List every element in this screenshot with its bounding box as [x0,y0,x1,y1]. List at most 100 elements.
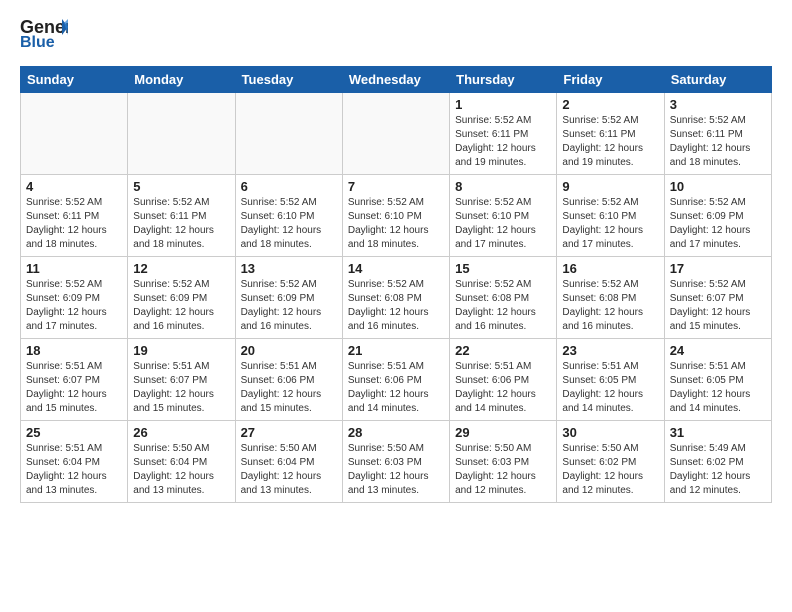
svg-text:Blue: Blue [20,34,55,51]
calendar-cell: 4Sunrise: 5:52 AM Sunset: 6:11 PM Daylig… [21,175,128,257]
calendar-cell: 3Sunrise: 5:52 AM Sunset: 6:11 PM Daylig… [664,93,771,175]
day-info: Sunrise: 5:52 AM Sunset: 6:10 PM Dayligh… [348,196,444,252]
calendar-cell: 8 Sunrise: 5:52 AM Sunset: 6:10 PM Daylig… [450,175,557,257]
calendar-cell: 10Sunrise: 5:52 AM Sunset: 6:09 PM Dayli… [664,175,771,257]
day-info: Sunrise: 5:52 AM Sunset: 6:11 PM Dayligh… [670,114,766,170]
day-number: 22 [455,343,551,358]
day-number: 14 [348,261,444,276]
calendar-cell [21,93,128,175]
day-info: Sunrise: 5:52 AM Sunset: 6:08 PM Dayligh… [562,278,658,334]
calendar-cell: 22 Sunrise: 5:51 AM Sunset: 6:06 PM Dayli… [450,339,557,421]
calendar-cell: 11 Sunrise: 5:52 AM Sunset: 6:09 PM Dayli… [21,257,128,339]
day-number: 28 [348,425,444,440]
day-info: Sunrise: 5:52 AM Sunset: 6:09 PM Dayligh… [133,278,229,334]
logo: General Blue [20,15,68,56]
day-info: Sunrise: 5:52 AM Sunset: 6:10 PM Dayligh… [562,196,658,252]
day-info: Sunrise: 5:52 AM Sunset: 6:10 PM Dayligh… [455,196,551,252]
calendar-cell: 7Sunrise: 5:52 AM Sunset: 6:10 PM Daylig… [342,175,449,257]
calendar-cell: 6Sunrise: 5:52 AM Sunset: 6:10 PM Daylig… [235,175,342,257]
weekday-monday: Monday [128,67,235,93]
day-number: 9 [562,179,658,194]
day-number: 24 [670,343,766,358]
page-container: General Blue SundayMondayTuesdayWednesda… [0,0,792,518]
calendar-cell: 20 Sunrise: 5:51 AM Sunset: 6:06 PM Dayli… [235,339,342,421]
day-info: Sunrise: 5:52 AM Sunset: 6:11 PM Dayligh… [455,114,551,170]
calendar-cell: 18 Sunrise: 5:51 AM Sunset: 6:07 PM Dayli… [21,339,128,421]
calendar-cell: 9 Sunrise: 5:52 AM Sunset: 6:10 PM Daylig… [557,175,664,257]
day-number: 25 [26,425,122,440]
calendar-cell: 25 Sunrise: 5:51 AM Sunset: 6:04 PM Dayli… [21,421,128,503]
calendar-cell: 16 Sunrise: 5:52 AM Sunset: 6:08 PM Dayli… [557,257,664,339]
calendar-cell: 12 Sunrise: 5:52 AM Sunset: 6:09 PM Dayli… [128,257,235,339]
day-info: Sunrise: 5:51 AM Sunset: 6:06 PM Dayligh… [348,360,444,416]
day-info: Sunrise: 5:52 AM Sunset: 6:09 PM Dayligh… [26,278,122,334]
calendar-cell: 31 Sunrise: 5:49 AM Sunset: 6:02 PM Dayli… [664,421,771,503]
day-info: Sunrise: 5:51 AM Sunset: 6:05 PM Dayligh… [562,360,658,416]
day-number: 27 [241,425,337,440]
day-number: 12 [133,261,229,276]
calendar-table: SundayMondayTuesdayWednesdayThursdayFrid… [20,66,772,503]
day-info: Sunrise: 5:52 AM Sunset: 6:08 PM Dayligh… [455,278,551,334]
weekday-wednesday: Wednesday [342,67,449,93]
calendar-cell: 5 Sunrise: 5:52 AM Sunset: 6:11 PM Daylig… [128,175,235,257]
calendar-cell: 24 Sunrise: 5:51 AM Sunset: 6:05 PM Dayli… [664,339,771,421]
weekday-sunday: Sunday [21,67,128,93]
day-info: Sunrise: 5:52 AM Sunset: 6:11 PM Dayligh… [133,196,229,252]
logo-icon: General Blue [20,15,68,56]
day-number: 18 [26,343,122,358]
calendar-cell: 23 Sunrise: 5:51 AM Sunset: 6:05 PM Dayli… [557,339,664,421]
header: General Blue [20,15,772,56]
day-info: Sunrise: 5:51 AM Sunset: 6:06 PM Dayligh… [455,360,551,416]
calendar-cell [128,93,235,175]
day-info: Sunrise: 5:50 AM Sunset: 6:03 PM Dayligh… [348,442,444,498]
day-number: 26 [133,425,229,440]
day-number: 13 [241,261,337,276]
day-info: Sunrise: 5:51 AM Sunset: 6:04 PM Dayligh… [26,442,122,498]
day-number: 4 [26,179,122,194]
day-info: Sunrise: 5:51 AM Sunset: 6:06 PM Dayligh… [241,360,337,416]
day-info: Sunrise: 5:51 AM Sunset: 6:07 PM Dayligh… [133,360,229,416]
weekday-friday: Friday [557,67,664,93]
day-number: 30 [562,425,658,440]
day-info: Sunrise: 5:50 AM Sunset: 6:04 PM Dayligh… [241,442,337,498]
day-info: Sunrise: 5:51 AM Sunset: 6:05 PM Dayligh… [670,360,766,416]
calendar-cell [342,93,449,175]
day-number: 5 [133,179,229,194]
weekday-tuesday: Tuesday [235,67,342,93]
calendar-cell: 1Sunrise: 5:52 AM Sunset: 6:11 PM Daylig… [450,93,557,175]
week-row-5: 25 Sunrise: 5:51 AM Sunset: 6:04 PM Dayli… [21,421,772,503]
day-number: 16 [562,261,658,276]
day-info: Sunrise: 5:51 AM Sunset: 6:07 PM Dayligh… [26,360,122,416]
calendar-cell: 2Sunrise: 5:52 AM Sunset: 6:11 PM Daylig… [557,93,664,175]
day-number: 6 [241,179,337,194]
day-number: 20 [241,343,337,358]
day-number: 19 [133,343,229,358]
day-number: 10 [670,179,766,194]
calendar-cell: 17 Sunrise: 5:52 AM Sunset: 6:07 PM Dayli… [664,257,771,339]
day-info: Sunrise: 5:52 AM Sunset: 6:07 PM Dayligh… [670,278,766,334]
calendar-cell: 15 Sunrise: 5:52 AM Sunset: 6:08 PM Dayli… [450,257,557,339]
day-info: Sunrise: 5:50 AM Sunset: 6:04 PM Dayligh… [133,442,229,498]
day-info: Sunrise: 5:52 AM Sunset: 6:09 PM Dayligh… [241,278,337,334]
calendar-cell: 14 Sunrise: 5:52 AM Sunset: 6:08 PM Dayli… [342,257,449,339]
calendar-cell [235,93,342,175]
week-row-3: 11 Sunrise: 5:52 AM Sunset: 6:09 PM Dayli… [21,257,772,339]
calendar-cell: 29Sunrise: 5:50 AM Sunset: 6:03 PM Dayli… [450,421,557,503]
calendar-cell: 27 Sunrise: 5:50 AM Sunset: 6:04 PM Dayli… [235,421,342,503]
calendar-cell: 30Sunrise: 5:50 AM Sunset: 6:02 PM Dayli… [557,421,664,503]
calendar-cell: 21Sunrise: 5:51 AM Sunset: 6:06 PM Dayli… [342,339,449,421]
calendar-cell: 13 Sunrise: 5:52 AM Sunset: 6:09 PM Dayli… [235,257,342,339]
weekday-header-row: SundayMondayTuesdayWednesdayThursdayFrid… [21,67,772,93]
calendar-cell: 26 Sunrise: 5:50 AM Sunset: 6:04 PM Dayli… [128,421,235,503]
day-info: Sunrise: 5:49 AM Sunset: 6:02 PM Dayligh… [670,442,766,498]
day-number: 17 [670,261,766,276]
day-number: 15 [455,261,551,276]
calendar-cell: 28 Sunrise: 5:50 AM Sunset: 6:03 PM Dayli… [342,421,449,503]
weekday-thursday: Thursday [450,67,557,93]
day-number: 23 [562,343,658,358]
day-number: 8 [455,179,551,194]
day-number: 2 [562,97,658,112]
day-number: 11 [26,261,122,276]
day-number: 31 [670,425,766,440]
day-info: Sunrise: 5:52 AM Sunset: 6:08 PM Dayligh… [348,278,444,334]
